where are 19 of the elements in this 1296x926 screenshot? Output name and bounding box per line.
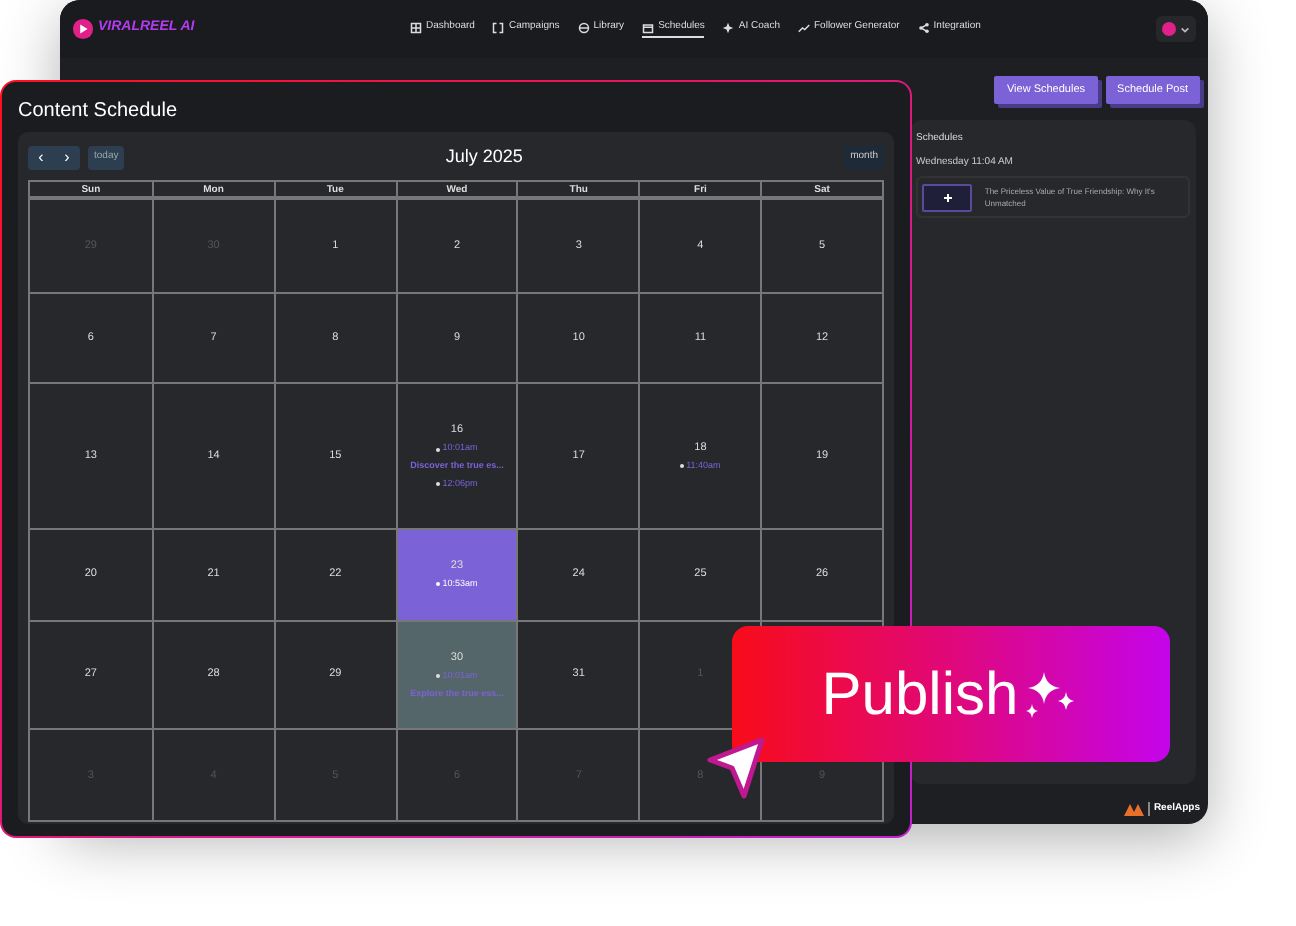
avatar-icon xyxy=(1162,22,1176,36)
publish-button[interactable]: Publish xyxy=(732,626,1170,762)
logo-icon xyxy=(72,18,94,40)
trend-line-icon xyxy=(798,21,810,33)
chevron-down-icon xyxy=(1180,25,1190,33)
brand-logo-icon xyxy=(1123,801,1144,816)
plus-icon xyxy=(943,193,952,201)
calendar-icon xyxy=(642,21,655,33)
next-button[interactable]: › xyxy=(54,146,80,170)
panel-title: Content Schedule xyxy=(18,98,180,126)
brackets-icon xyxy=(492,21,505,33)
sparkle-icon xyxy=(722,21,735,33)
globe-icon xyxy=(577,21,590,33)
previous-button[interactable]: ‹ xyxy=(28,146,54,170)
month-title: July 2025 xyxy=(443,144,525,171)
share-icon xyxy=(917,21,930,33)
profile-menu[interactable] xyxy=(1156,16,1196,42)
grid-icon xyxy=(410,21,422,33)
cursor-arrow-icon xyxy=(706,736,766,800)
